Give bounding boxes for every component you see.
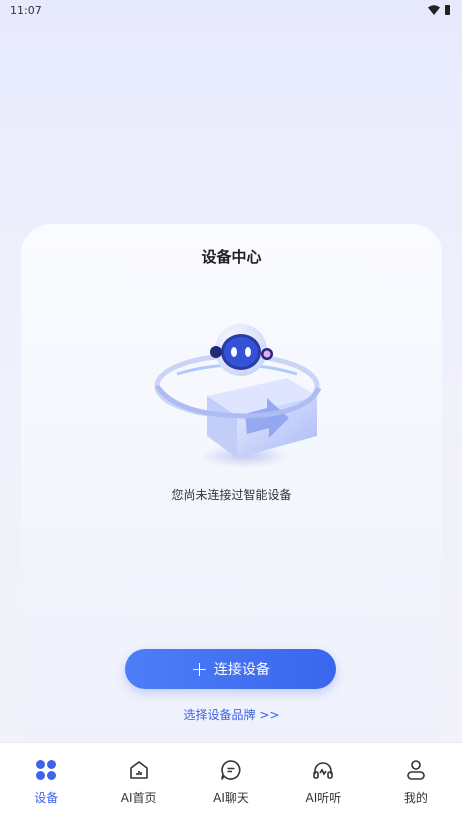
tab-label: 设备 <box>34 791 59 805</box>
bottom-tabbar: 设备 AI首页 AI聊天 AI听听 我的 <box>0 742 462 824</box>
tab-label: AI首页 <box>120 791 157 805</box>
home-icon <box>126 757 152 783</box>
empty-state-message: 您尚未连接过智能设备 <box>171 488 292 502</box>
plus-icon: + <box>191 657 208 681</box>
devices-grid-icon <box>33 757 59 783</box>
device-center-card: 设备中心 您尚未连接过智能设备 + 连接设备 选择设备品牌 >> <box>21 224 442 754</box>
status-bar: 11:07 <box>0 0 462 22</box>
battery-icon <box>445 5 450 15</box>
tab-ai-chat[interactable]: AI聊天 <box>185 743 277 824</box>
tab-label: 我的 <box>403 791 428 805</box>
user-icon <box>403 757 429 783</box>
status-time: 11:07 <box>10 4 42 17</box>
tab-devices[interactable]: 设备 <box>0 743 92 824</box>
tab-ai-listen[interactable]: AI听听 <box>277 743 369 824</box>
tab-label: AI聊天 <box>213 791 249 805</box>
tab-ai-home[interactable]: AI首页 <box>92 743 184 824</box>
tab-profile[interactable]: 我的 <box>370 743 462 824</box>
headphones-icon <box>310 757 336 783</box>
chat-icon <box>218 757 244 783</box>
connect-device-label: 连接设备 <box>213 662 270 678</box>
page-title: 设备中心 <box>201 248 262 266</box>
tab-label: AI听听 <box>305 791 342 805</box>
robot-illustration <box>154 324 322 468</box>
connect-device-button[interactable]: + 连接设备 <box>125 649 336 689</box>
select-brand-link[interactable]: 选择设备品牌 >> <box>21 706 442 723</box>
wifi-icon <box>428 5 440 15</box>
